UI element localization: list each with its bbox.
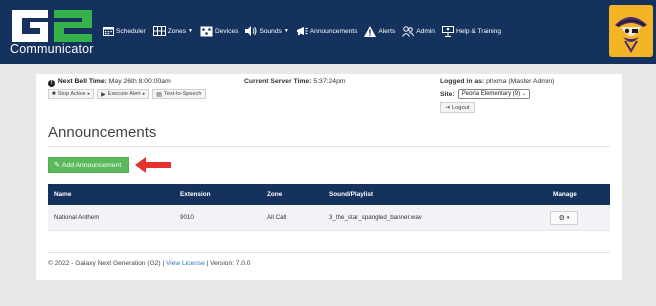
execute-alert-label: Execute Alert xyxy=(107,91,141,97)
chevron-down-icon: ▾ xyxy=(566,214,570,221)
chevron-right-icon: ▸ xyxy=(87,91,91,97)
chevron-right-icon: ▸ xyxy=(142,91,146,97)
header-name: Name xyxy=(54,191,72,198)
main-content-card: ! Next Bell Time: May 26th 8:00:00am ■ S… xyxy=(36,74,622,280)
speaker-icon xyxy=(245,26,257,36)
g2-logo[interactable]: Communicator xyxy=(8,4,98,60)
table-row: National Anthem 9010 All Call 3_the_star… xyxy=(48,205,610,231)
site-label: Site: xyxy=(440,90,455,98)
logout-button[interactable]: ⇥ Logout xyxy=(440,102,475,113)
stop-icon: ■ xyxy=(52,91,56,97)
stop-active-label: Stop Active xyxy=(57,91,86,97)
cell-extension: 9010 xyxy=(180,214,194,221)
logged-in-info: Logged in as: phxma (Master Admin) xyxy=(440,78,554,85)
zones-grid-icon xyxy=(152,26,166,36)
execute-alert-button[interactable]: ▶ Execute Alert ▸ xyxy=(97,89,150,99)
server-time-label: Current Server Time: xyxy=(244,78,312,85)
text-to-speech-label: Text-to-Speech xyxy=(163,91,202,97)
footer-copyright: © 2022 - Galaxy Next Generation (G2) | xyxy=(48,260,165,267)
header-extension: Extension xyxy=(180,191,211,198)
footer-version: | Version: 7.0.0 xyxy=(206,260,251,267)
header-zone: Zone xyxy=(267,191,283,198)
nav-alerts[interactable]: Alerts xyxy=(364,25,396,37)
users-icon xyxy=(402,25,415,37)
view-license-link[interactable]: View License xyxy=(166,260,205,267)
nav-zones[interactable]: Zones ▼ xyxy=(152,26,193,36)
nav-devices[interactable]: Devices xyxy=(200,26,238,37)
quick-actions: ■ Stop Active ▸ ▶ Execute Alert ▸ ▤ Text… xyxy=(48,89,209,99)
sign-out-icon: ⇥ xyxy=(445,104,450,111)
warning-icon xyxy=(364,25,377,37)
site-select[interactable]: Peoria Elementary (9) ⌄ xyxy=(457,89,531,99)
next-bell-value: May 26th 8:00:00am xyxy=(108,78,171,85)
table-header: Name Extension Zone Sound/Playlist Manag… xyxy=(48,184,610,205)
help-person-icon xyxy=(441,25,454,37)
main-nav: Scheduler Zones ▼ Devices Sounds ▼ Annou… xyxy=(103,23,508,39)
site-select-value: Peoria Elementary (9) xyxy=(461,91,521,97)
manage-dropdown-button[interactable]: ⚙ ▾ xyxy=(550,210,578,225)
next-bell-label: Next Bell Time: xyxy=(57,78,107,85)
nav-announcements-label: Announcements xyxy=(309,27,358,35)
devices-icon xyxy=(200,26,213,36)
top-navbar: Communicator Scheduler Zones ▼ Devices S… xyxy=(0,0,656,64)
nav-zones-label: Zones xyxy=(167,27,187,35)
logout-label: Logout xyxy=(451,104,470,111)
chevron-down-icon: ▼ xyxy=(283,28,289,34)
divider xyxy=(48,146,610,147)
logged-in-label: Logged in as: xyxy=(440,78,485,85)
nav-admin[interactable]: Admin xyxy=(402,25,435,37)
chevron-down-icon: ▼ xyxy=(188,28,193,34)
calendar-icon xyxy=(103,27,114,36)
gear-icon: ⚙ xyxy=(558,214,565,222)
nav-scheduler-label: Scheduler xyxy=(116,27,146,35)
nav-scheduler[interactable]: Scheduler xyxy=(103,26,146,36)
server-time-value: 5:37:24pm xyxy=(313,78,346,85)
cell-sound: 3_the_star_spangled_banner.wav xyxy=(329,214,422,221)
nav-help-training[interactable]: Help & Training xyxy=(441,25,502,37)
add-announcement-button[interactable]: ✎ Add Announcement xyxy=(48,157,129,173)
nav-sounds-label: Sounds xyxy=(259,27,282,35)
megaphone-icon xyxy=(296,27,308,35)
next-bell-info: ! Next Bell Time: May 26th 8:00:00am xyxy=(48,78,171,87)
cell-manage: ⚙ ▾ xyxy=(550,205,578,230)
announcements-table: Name Extension Zone Sound/Playlist Manag… xyxy=(48,184,610,231)
header-manage: Manage xyxy=(553,191,577,198)
nav-announcements[interactable]: Announcements xyxy=(296,26,358,36)
add-announcement-label: Add Announcement xyxy=(61,161,122,169)
logged-in-value: phxma (Master Admin) xyxy=(486,78,555,85)
logo-subtitle: Communicator xyxy=(10,42,94,56)
divider xyxy=(48,252,610,253)
info-icon: ! xyxy=(48,80,55,87)
page-title: Announcements xyxy=(48,124,157,141)
stop-active-button[interactable]: ■ Stop Active ▸ xyxy=(48,89,95,99)
server-time-info: Current Server Time: 5:37:24pm xyxy=(244,78,346,85)
cell-zone: All Call xyxy=(267,214,287,221)
play-icon: ▶ xyxy=(101,91,106,98)
pirate-mascot-icon xyxy=(609,5,653,57)
cell-name: National Anthem xyxy=(54,214,100,221)
keyboard-icon: ▤ xyxy=(156,91,162,98)
nav-devices-label: Devices xyxy=(214,27,239,35)
text-to-speech-button[interactable]: ▤ Text-to-Speech xyxy=(152,89,206,99)
site-selector-row: Site: Peoria Elementary (9) ⌄ xyxy=(440,89,531,99)
chevron-down-icon: ⌄ xyxy=(522,91,527,97)
school-mascot-logo xyxy=(609,5,653,57)
nav-help-training-label: Help & Training xyxy=(455,27,502,35)
header-sound-playlist: Sound/Playlist xyxy=(329,191,374,198)
nav-alerts-label: Alerts xyxy=(378,27,396,35)
nav-sounds[interactable]: Sounds ▼ xyxy=(245,26,289,36)
edit-icon: ✎ xyxy=(54,162,60,169)
arrow-left-icon xyxy=(135,157,171,173)
nav-admin-label: Admin xyxy=(416,27,435,35)
footer: © 2022 - Galaxy Next Generation (G2) | V… xyxy=(48,260,250,267)
